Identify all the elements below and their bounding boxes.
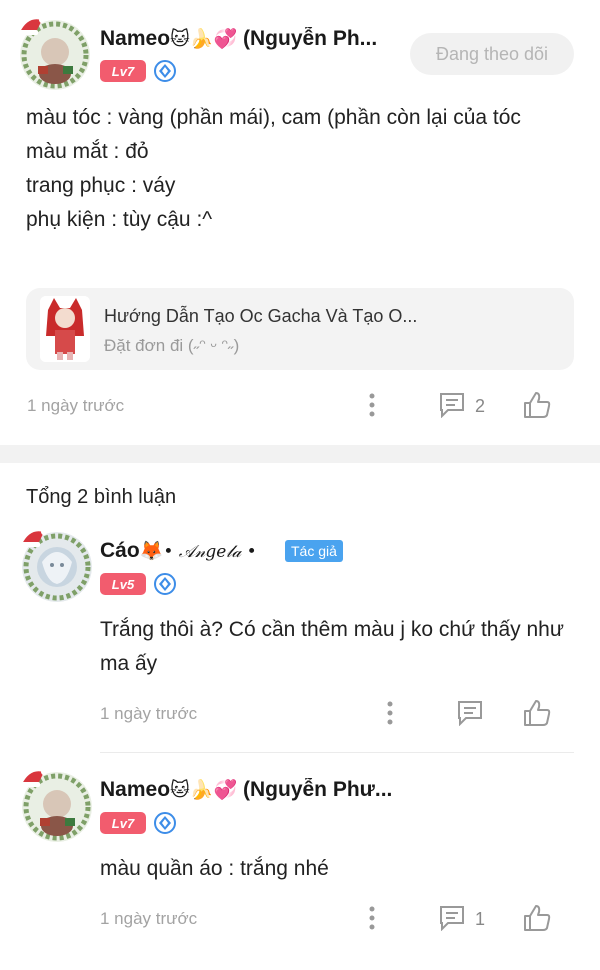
gem-badge-icon xyxy=(154,812,176,834)
comment-icon[interactable] xyxy=(437,391,467,419)
level-badge: Lv7 xyxy=(100,60,146,82)
gem-badge-icon xyxy=(154,573,176,595)
comment-timestamp: 1 ngày trước xyxy=(100,704,198,723)
comment-body: Trắng thôi à? Có cần thêm màu j ko chứ t… xyxy=(100,618,564,675)
gem-badge-icon xyxy=(154,60,176,82)
name-emojis: 🐱🍌💞 xyxy=(170,779,238,801)
linked-post-card[interactable]: Hướng Dẫn Tạo Oc Gacha Và Tạo O... Đặt đ… xyxy=(26,288,574,370)
level-badge: Lv5 xyxy=(100,573,146,595)
linked-post-title: Hướng Dẫn Tạo Oc Gacha Và Tạo O... xyxy=(104,306,418,326)
post-body: màu tóc : vàng (phần mái), cam (phần còn… xyxy=(26,101,571,237)
reply-count: 1 xyxy=(475,909,486,929)
santa-hat-icon xyxy=(20,526,48,548)
comment-divider xyxy=(100,752,574,753)
name-emojis: 🦊 xyxy=(139,540,164,562)
comment-body: màu quần áo : trắng nhé xyxy=(100,857,329,880)
comment-timestamp: 1 ngày trước xyxy=(100,909,198,928)
post-line: màu tóc : vàng (phần mái), cam (phần còn… xyxy=(26,106,521,129)
linked-post-subtitle: Đặt đơn đi (˶ᵔ ᵕ ᵔ˶) xyxy=(104,336,240,355)
comment-count: 2 xyxy=(475,396,486,416)
name-emojis: 🐱🍌💞 xyxy=(170,28,238,50)
more-options-icon[interactable] xyxy=(360,392,384,418)
reply-icon[interactable] xyxy=(437,904,467,932)
following-button[interactable]: Đang theo dõi xyxy=(410,33,574,75)
comment-total-label: Tổng 2 bình luận xyxy=(26,486,177,508)
section-divider xyxy=(0,445,600,463)
more-options-icon[interactable] xyxy=(378,700,402,726)
santa-hat-icon xyxy=(18,14,46,36)
post-author-name[interactable]: Nameo🐱🍌💞 (Nguyễn Ph... xyxy=(100,27,408,51)
like-icon[interactable] xyxy=(521,697,553,729)
more-options-icon[interactable] xyxy=(360,905,384,931)
comment-author-name[interactable]: Cáo🦊• 𝒜𝓃𝑔𝑒𝓁𝒶 • xyxy=(100,539,280,563)
santa-hat-icon xyxy=(20,766,48,788)
post-line: phụ kiện : tùy cậu :^ xyxy=(26,208,213,231)
linked-post-thumbnail xyxy=(40,296,90,362)
post-timestamp: 1 ngày trước xyxy=(27,396,125,415)
post-line: trang phục : váy xyxy=(26,174,176,197)
like-icon[interactable] xyxy=(521,902,553,934)
author-tag: Tác giả xyxy=(285,540,343,562)
comment-author-name[interactable]: Nameo🐱🍌💞 (Nguyễn Phư... xyxy=(100,778,430,802)
post-line: màu mắt : đỏ xyxy=(26,140,149,163)
reply-icon[interactable] xyxy=(455,699,485,727)
like-icon[interactable] xyxy=(521,389,553,421)
level-badge: Lv7 xyxy=(100,812,146,834)
